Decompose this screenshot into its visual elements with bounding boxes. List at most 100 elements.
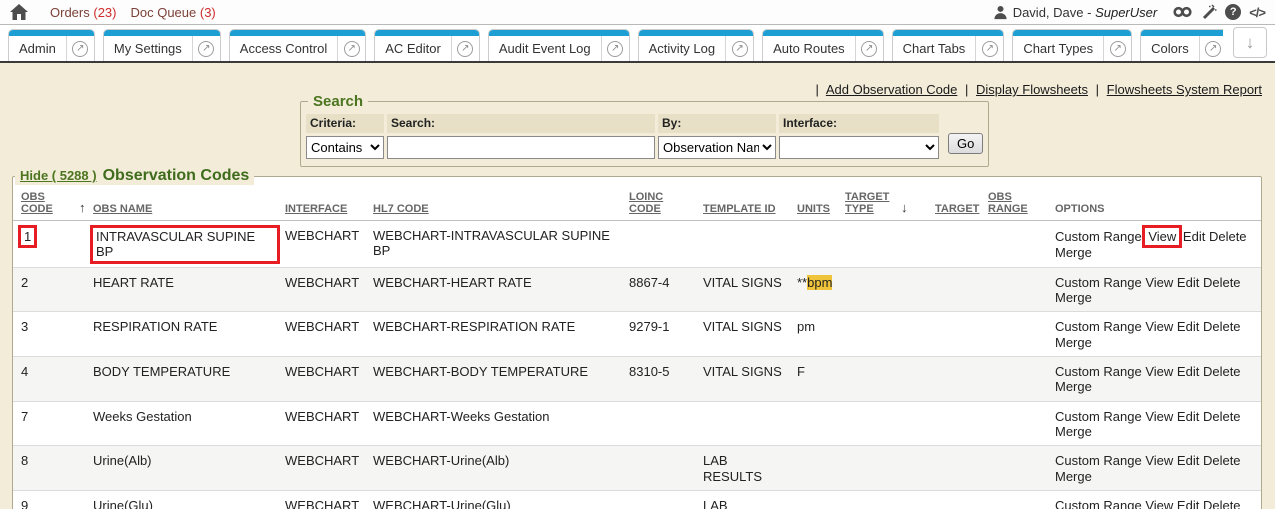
- search-input[interactable]: [387, 136, 655, 159]
- open-in-new-icon[interactable]: ↗: [451, 36, 479, 61]
- option-custom-range-link[interactable]: Custom Range: [1055, 364, 1142, 379]
- col-obs-name[interactable]: OBS NAME: [93, 203, 152, 215]
- open-in-new-icon[interactable]: ↗: [601, 36, 629, 61]
- sort-asc-icon[interactable]: ↑: [79, 200, 86, 215]
- col-target-type[interactable]: TARGET TYPE: [845, 191, 889, 215]
- wand-icon[interactable]: [1200, 4, 1217, 20]
- open-in-new-icon[interactable]: ↗: [1199, 36, 1223, 61]
- tab-overflow-button[interactable]: ↓: [1233, 27, 1267, 58]
- template-id-value: VITAL SIGNS: [699, 356, 793, 401]
- col-obs-range[interactable]: OBS RANGE: [988, 191, 1028, 215]
- open-in-new-icon[interactable]: ↗: [66, 36, 94, 61]
- col-template-id[interactable]: TEMPLATE ID: [703, 203, 776, 215]
- option-edit-link[interactable]: Edit: [1177, 275, 1199, 290]
- home-icon[interactable]: [10, 4, 28, 21]
- tab-audit-event-log[interactable]: Audit Event Log ↗: [488, 29, 630, 61]
- option-view-link[interactable]: View: [1145, 364, 1173, 379]
- interface-value: WEBCHART: [281, 221, 369, 268]
- by-select[interactable]: Observation Name: [658, 136, 776, 159]
- option-merge-link[interactable]: Merge: [1055, 424, 1092, 439]
- link-icon[interactable]: [1173, 5, 1192, 19]
- option-merge-link[interactable]: Merge: [1055, 245, 1092, 260]
- loinc-code-value: 8310-5: [625, 356, 699, 401]
- option-view-link[interactable]: View: [1145, 453, 1173, 468]
- flowsheets-system-report-link[interactable]: Flowsheets System Report: [1107, 82, 1262, 97]
- display-flowsheets-link[interactable]: Display Flowsheets: [976, 82, 1088, 97]
- option-delete-link[interactable]: Delete: [1203, 409, 1241, 424]
- open-in-new-icon[interactable]: ↗: [725, 36, 753, 61]
- open-in-new-icon[interactable]: ↗: [192, 36, 220, 61]
- tab-label: My Settings: [104, 36, 192, 61]
- target-type-value: [841, 312, 897, 357]
- option-edit-link[interactable]: Edit: [1177, 453, 1199, 468]
- obs-code-value: 3: [21, 319, 28, 334]
- option-delete-link[interactable]: Delete: [1203, 275, 1241, 290]
- tab-access-control[interactable]: Access Control ↗: [229, 29, 366, 61]
- option-delete-link[interactable]: Delete: [1203, 498, 1241, 509]
- target-type-value: [841, 490, 897, 509]
- option-edit-link[interactable]: Edit: [1177, 319, 1199, 334]
- doc-queue-count: (3): [200, 5, 216, 20]
- open-in-new-icon[interactable]: ↗: [855, 36, 883, 61]
- criteria-select[interactable]: Contains: [306, 136, 384, 159]
- col-units[interactable]: UNITS: [797, 203, 830, 215]
- option-edit-link[interactable]: Edit: [1177, 409, 1199, 424]
- option-delete-link[interactable]: Delete: [1203, 364, 1241, 379]
- option-custom-range-link[interactable]: Custom Range: [1055, 275, 1142, 290]
- option-delete-link[interactable]: Delete: [1203, 319, 1241, 334]
- option-merge-link[interactable]: Merge: [1055, 290, 1092, 305]
- tab-activity-log[interactable]: Activity Log ↗: [638, 29, 754, 61]
- option-custom-range-link[interactable]: Custom Range: [1055, 409, 1142, 424]
- tab-admin[interactable]: Admin ↗: [8, 29, 95, 61]
- help-icon[interactable]: ?: [1225, 4, 1241, 20]
- option-custom-range-link[interactable]: Custom Range: [1055, 319, 1142, 334]
- option-view-link[interactable]: View: [1145, 275, 1173, 290]
- open-in-new-icon[interactable]: ↗: [337, 36, 365, 61]
- sort-desc-icon[interactable]: ↓: [901, 200, 908, 215]
- option-merge-link[interactable]: Merge: [1055, 379, 1092, 394]
- nav-doc-queue[interactable]: Doc Queue (3): [130, 5, 215, 20]
- col-obs-code[interactable]: OBS CODE: [21, 191, 53, 215]
- nav-orders[interactable]: Orders (23): [50, 5, 116, 20]
- code-icon[interactable]: </>: [1249, 5, 1265, 20]
- option-edit-link[interactable]: Edit: [1183, 229, 1205, 244]
- tab-label: Chart Types: [1013, 36, 1103, 61]
- interface-select[interactable]: [779, 136, 939, 159]
- search-legend: Search: [308, 93, 368, 110]
- option-merge-link[interactable]: Merge: [1055, 335, 1092, 350]
- col-interface[interactable]: INTERFACE: [285, 203, 347, 215]
- col-hl7-code[interactable]: HL7 CODE: [373, 203, 429, 215]
- options-cell: Custom Range View Edit Delete Merge: [1051, 267, 1261, 312]
- observation-codes-table: OBS CODE ↑ OBS NAME INTERFACE HL7 CODE L…: [13, 185, 1261, 509]
- target-type-value: [841, 401, 897, 446]
- interface-value: WEBCHART: [281, 267, 369, 312]
- option-merge-link[interactable]: Merge: [1055, 469, 1092, 484]
- obs-name-value: Urine(Glu): [93, 498, 153, 509]
- col-loinc-code[interactable]: LOINC CODE: [629, 191, 663, 215]
- option-edit-link[interactable]: Edit: [1177, 364, 1199, 379]
- option-view-link[interactable]: View: [1145, 319, 1173, 334]
- option-view-link[interactable]: View: [1142, 225, 1182, 248]
- go-button[interactable]: Go: [948, 133, 983, 154]
- option-edit-link[interactable]: Edit: [1177, 498, 1199, 509]
- obs-code-value: 2: [21, 275, 28, 290]
- user-menu[interactable]: David, Dave - SuperUser: [993, 5, 1158, 20]
- option-view-link[interactable]: View: [1145, 498, 1173, 509]
- option-delete-link[interactable]: Delete: [1209, 229, 1247, 244]
- option-delete-link[interactable]: Delete: [1203, 453, 1241, 468]
- tab-auto-routes[interactable]: Auto Routes ↗: [762, 29, 884, 61]
- tab-ac-editor[interactable]: AC Editor ↗: [374, 29, 480, 61]
- open-in-new-icon[interactable]: ↗: [1103, 36, 1131, 61]
- hide-count-link[interactable]: Hide ( 5288 ): [20, 168, 97, 183]
- col-target[interactable]: TARGET: [935, 203, 979, 215]
- tab-chart-tabs[interactable]: Chart Tabs ↗: [892, 29, 1005, 61]
- option-custom-range-link[interactable]: Custom Range: [1055, 498, 1142, 509]
- target-value: [931, 267, 984, 312]
- tab-colors[interactable]: Colors ↗: [1140, 29, 1223, 61]
- option-view-link[interactable]: View: [1145, 409, 1173, 424]
- open-in-new-icon[interactable]: ↗: [975, 36, 1003, 61]
- tab-my-settings[interactable]: My Settings ↗: [103, 29, 221, 61]
- option-custom-range-link[interactable]: Custom Range: [1055, 453, 1142, 468]
- option-custom-range-link[interactable]: Custom Range: [1055, 229, 1142, 244]
- tab-chart-types[interactable]: Chart Types ↗: [1012, 29, 1132, 61]
